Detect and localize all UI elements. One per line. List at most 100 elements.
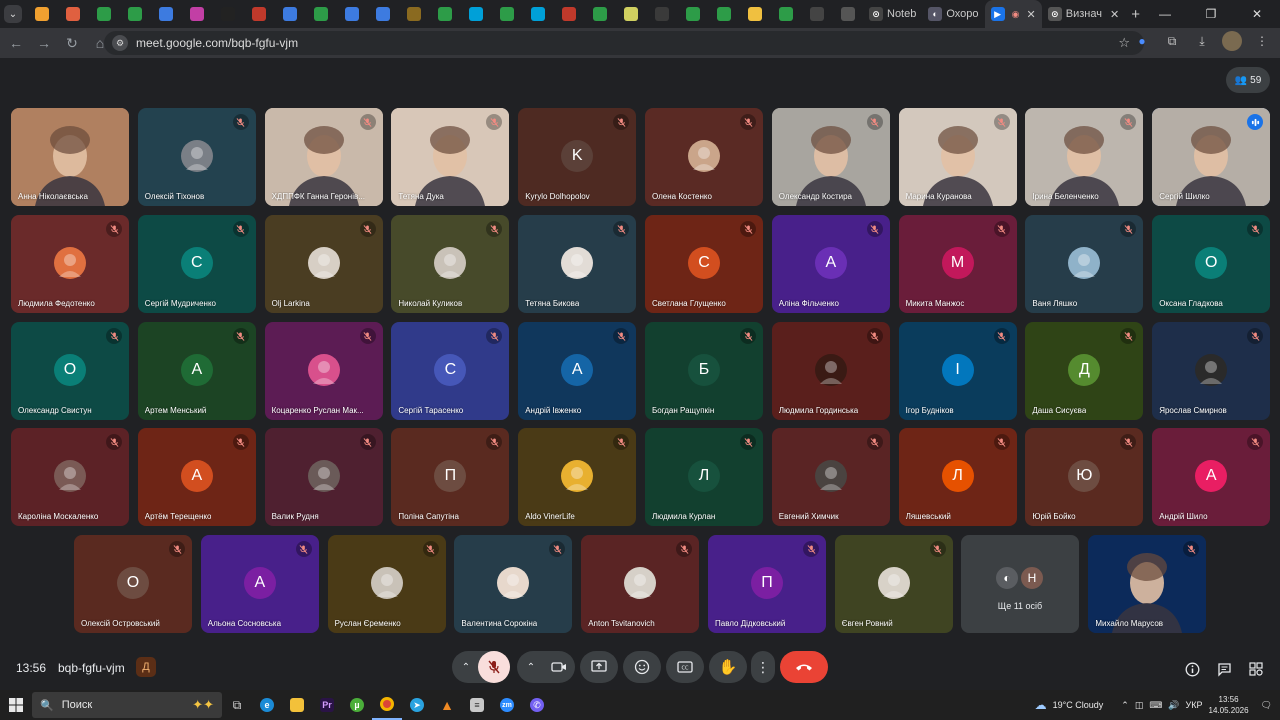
close-tab-icon[interactable]: ✕ <box>1110 8 1119 21</box>
taskbar-utorrent[interactable]: µ <box>342 690 372 720</box>
participant-tile[interactable]: А Аліна Фільченко <box>771 215 890 313</box>
participant-tile[interactable]: Євген Ровний <box>834 535 953 633</box>
participant-tile[interactable]: С Светлана Глущенко <box>645 215 763 313</box>
more-options-button[interactable]: ⋮ <box>751 651 775 683</box>
pinned-tab[interactable] <box>708 0 739 28</box>
participant-tile[interactable]: Б Богдан Ращупкін <box>645 322 763 420</box>
participant-tile[interactable]: П Павло Дідковський <box>708 535 826 633</box>
pinned-tab[interactable] <box>584 0 615 28</box>
tray-clock[interactable]: 13:56 14.05.2026 <box>1209 694 1249 716</box>
tab-google-meet[interactable]: ▶ ◉ ✕ <box>984 0 1042 28</box>
camera-options-chevron-icon[interactable]: ⌃ <box>523 662 539 673</box>
participant-tile[interactable]: А Артём Терещенко <box>137 428 256 526</box>
taskbar-edge[interactable]: e <box>252 690 282 720</box>
taskbar-explorer[interactable] <box>282 690 312 720</box>
minimize-button[interactable]: — <box>1142 0 1188 28</box>
speaker-icon[interactable]: 🔊 <box>1168 700 1179 711</box>
mic-toggle-button[interactable] <box>478 651 510 683</box>
pinned-tab[interactable] <box>646 0 677 28</box>
pinned-tab[interactable] <box>243 0 274 28</box>
participant-tile[interactable]: А Артем Менський <box>137 322 256 420</box>
tab-notebook[interactable]: ⊙ Noteb <box>863 0 922 28</box>
address-bar[interactable]: ⚙ meet.google.com/bqb-fgfu-vjm ☆ <box>104 31 1144 55</box>
tray-app-icon[interactable]: ◫ <box>1135 700 1144 711</box>
download-icon[interactable]: ⤓ <box>1192 31 1212 51</box>
captions-button[interactable]: CC <box>666 651 704 683</box>
participant-tile[interactable]: ХДППФК Ганна Геронів... <box>264 108 383 206</box>
forward-button[interactable]: → <box>32 31 56 55</box>
chevron-up-icon[interactable]: ⌃ <box>1121 700 1129 711</box>
participant-tile[interactable]: О Олексій Островський <box>74 535 192 633</box>
participant-tile[interactable]: Д Даша Сисуєва <box>1025 322 1144 420</box>
participant-tile[interactable]: Олексій Тіхонов <box>137 108 256 206</box>
close-tab-icon[interactable]: ✕ <box>1027 8 1036 21</box>
weather-text[interactable]: 19°C Cloudy <box>1053 700 1104 710</box>
taskbar-search[interactable]: 🔍 Поиск ✦✦ <box>32 692 222 718</box>
pinned-tab[interactable] <box>150 0 181 28</box>
leave-call-button[interactable] <box>780 651 828 683</box>
raise-hand-button[interactable]: ✋ <box>709 651 747 683</box>
pinned-tab[interactable] <box>181 0 212 28</box>
taskbar-telegram[interactable]: ➤ <box>402 690 432 720</box>
pinned-tab[interactable] <box>88 0 119 28</box>
site-info-icon[interactable]: ⚙ <box>112 35 128 51</box>
network-icon[interactable]: ⌨ <box>1149 700 1162 711</box>
participant-tile[interactable]: Л Людмила Курлан <box>645 428 763 526</box>
participant-tile[interactable]: Валентина Сорокіна <box>454 535 573 633</box>
participant-tile[interactable]: Ю Юрій Бойко <box>1025 428 1144 526</box>
participant-tile[interactable]: Людмила Федотенко <box>11 215 129 313</box>
participant-tile[interactable]: Олена Костенко <box>645 108 763 206</box>
participant-tile[interactable]: Коцаренко Руслан Мак... <box>264 322 383 420</box>
more-people-tile[interactable]: ◐ Н Ще 11 осіб <box>961 535 1079 633</box>
participant-tile[interactable]: Ярослав Смирнов <box>1152 322 1271 420</box>
language-indicator[interactable]: УКР <box>1186 700 1203 710</box>
pinned-tab[interactable] <box>274 0 305 28</box>
start-button[interactable] <box>0 690 32 720</box>
pinned-tab[interactable] <box>336 0 367 28</box>
pinned-tab[interactable] <box>305 0 336 28</box>
pinned-tab[interactable] <box>57 0 88 28</box>
pinned-tab[interactable] <box>615 0 646 28</box>
participant-tile[interactable]: Олександр Костира <box>771 108 890 206</box>
participant-tile[interactable]: Евгений Химчик <box>771 428 890 526</box>
participant-tile[interactable]: Валик Рудня <box>264 428 383 526</box>
pinned-tab[interactable] <box>119 0 150 28</box>
tab-ohoro[interactable]: ◐ Охоро <box>922 0 984 28</box>
participant-tile[interactable]: С Сергій Мудриченко <box>137 215 256 313</box>
participant-tile[interactable]: Olj Larkina <box>264 215 383 313</box>
pinned-tab[interactable] <box>677 0 708 28</box>
profile-avatar[interactable] <box>1222 31 1242 51</box>
participant-tile[interactable]: Николай Куликов <box>391 215 510 313</box>
chat-button[interactable] <box>1210 655 1238 683</box>
pinned-tab[interactable] <box>398 0 429 28</box>
activities-button[interactable] <box>1242 655 1270 683</box>
taskbar-premiere[interactable]: Pr <box>312 690 342 720</box>
extensions-puzzle-icon[interactable]: ⧉ <box>1162 31 1182 51</box>
participant-tile[interactable]: Сергій Шилко <box>1152 108 1271 206</box>
pinned-tab[interactable] <box>212 0 243 28</box>
pinned-tab[interactable] <box>553 0 584 28</box>
more-menu-icon[interactable]: ⋮ <box>1252 31 1272 51</box>
tab-docs[interactable]: ⊙ Визнач ✕ <box>1042 0 1125 28</box>
mic-options-chevron-icon[interactable]: ⌃ <box>458 662 474 673</box>
taskbar-vlc[interactable]: ▲ <box>432 690 462 720</box>
pinned-tab[interactable] <box>832 0 863 28</box>
participant-tile[interactable]: І Ігор Будніков <box>898 322 1017 420</box>
taskbar-chrome[interactable] <box>372 690 402 720</box>
present-screen-button[interactable] <box>580 651 618 683</box>
meeting-details-icon[interactable]: Д <box>136 657 156 677</box>
taskbar-notes[interactable]: ≡ <box>462 690 492 720</box>
pinned-tab[interactable] <box>429 0 460 28</box>
camera-toggle-button[interactable] <box>545 651 573 683</box>
participant-tile[interactable]: Anton Tsvitanovich <box>581 535 700 633</box>
participant-tile[interactable]: О Оксана Гладкова <box>1152 215 1271 313</box>
notifications-icon[interactable]: 🗨 <box>1261 700 1272 711</box>
participant-tile[interactable]: П Поліна Сапутіна <box>391 428 510 526</box>
taskbar-zoom[interactable]: zm <box>492 690 522 720</box>
participant-tile[interactable]: Руслан Єременко <box>327 535 446 633</box>
meeting-info-button[interactable] <box>1178 655 1206 683</box>
pinned-tab[interactable] <box>770 0 801 28</box>
extension-icon[interactable]: ● <box>1132 31 1152 51</box>
tab-search-button[interactable]: ⌄ <box>4 5 22 23</box>
pinned-tab[interactable] <box>491 0 522 28</box>
